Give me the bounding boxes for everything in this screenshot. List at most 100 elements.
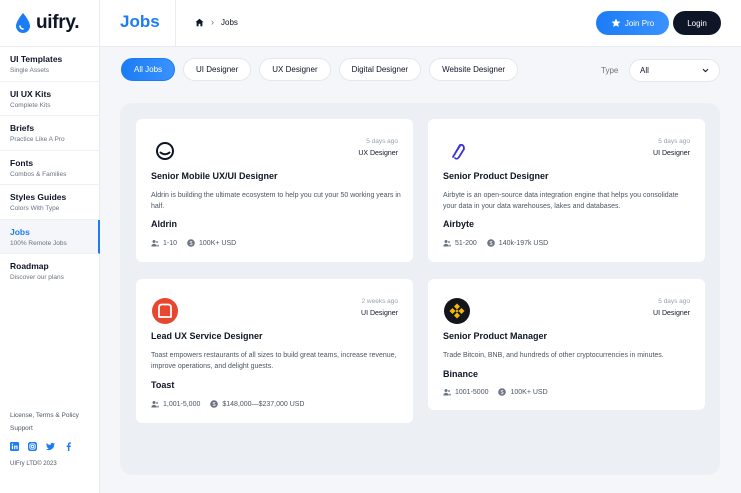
job-tag: UI Designer xyxy=(653,150,690,157)
linkedin-icon[interactable] xyxy=(10,442,19,451)
sidebar-item-subtitle: Complete Kits xyxy=(10,101,51,109)
salary: $ 100K+ USD xyxy=(498,388,548,396)
license-link[interactable]: License, Terms & Policy xyxy=(10,409,79,422)
chevron-down-icon xyxy=(702,68,709,73)
chip-digital-designer[interactable]: Digital Designer xyxy=(338,58,422,81)
type-label: Type xyxy=(601,66,619,75)
sidebar-item-ui-templates[interactable]: UI Templates Single Assets xyxy=(0,47,100,82)
sidebar: uifry. UI Templates Single Assets UI UX … xyxy=(0,0,100,493)
header-divider xyxy=(175,0,176,47)
brand-name: uifry. xyxy=(36,12,80,33)
sidebar-item-subtitle: Single Assets xyxy=(10,67,50,74)
company-size: 51-200 xyxy=(443,239,477,247)
job-title[interactable]: Senior Mobile UX/UI Designer xyxy=(151,171,278,181)
sidebar-item-subtitle: Combos & Families xyxy=(10,170,67,178)
sidebar-item-title: UI Templates xyxy=(10,54,63,64)
job-card[interactable]: 2 weeks ago UI Designer Lead UX Service … xyxy=(136,279,413,423)
sidebar-item-title: Jobs xyxy=(10,226,30,237)
breadcrumb-current: Jobs xyxy=(221,17,238,27)
posted-time: 5 days ago xyxy=(658,298,690,305)
job-meta: 2 weeks ago UI Designer xyxy=(361,297,398,321)
sidebar-item-title: UI UX Kits xyxy=(10,88,52,99)
login-button[interactable]: Login xyxy=(673,11,721,35)
sidebar-item-subtitle: Practice Like A Pro xyxy=(10,136,65,143)
sidebar-item-title: Styles Guides xyxy=(10,192,67,202)
salary: $ 140k-197k USD xyxy=(486,239,548,247)
people-icon xyxy=(443,389,451,396)
company-size: 1-10 xyxy=(151,239,177,247)
dollar-icon: $ xyxy=(486,239,495,247)
posted-time: 5 days ago xyxy=(658,138,690,145)
dollar-icon: $ xyxy=(210,400,219,408)
company-size: 1,001-5,000 xyxy=(151,400,200,408)
job-meta: 5 days ago UI Designer xyxy=(653,297,690,321)
sidebar-item-jobs[interactable]: Jobs 100% Remote Jobs xyxy=(0,219,100,254)
job-tag: UI Designer xyxy=(653,310,690,317)
sidebar-item-title: Fonts xyxy=(10,157,34,168)
company-size-value: 1,001-5,000 xyxy=(163,400,201,408)
dollar-icon: $ xyxy=(498,388,507,396)
sidebar-item-subtitle: Discover our plans xyxy=(10,274,64,281)
job-title[interactable]: Lead UX Service Designer xyxy=(151,331,263,341)
drop-logo-icon xyxy=(16,13,30,33)
job-meta: 5 days ago UX Designer xyxy=(358,137,398,161)
brand-logo[interactable]: uifry. xyxy=(14,12,80,34)
people-icon xyxy=(443,240,451,247)
salary-value: $148,000—$237,000 USD xyxy=(222,400,305,408)
job-card[interactable]: 5 days ago UI Designer Senior Product De… xyxy=(428,119,705,262)
posted-time: 5 days ago xyxy=(366,138,398,145)
chip-ux-designer[interactable]: UX Designer xyxy=(259,58,331,81)
copyright-text: UIFry LTD© 2023 xyxy=(10,461,57,467)
company-size-value: 1001-5000 xyxy=(455,388,489,396)
type-select[interactable]: All xyxy=(629,59,720,82)
aldrin-logo-icon xyxy=(156,142,174,160)
svg-text:$: $ xyxy=(501,390,504,396)
posted-time: 2 weeks ago xyxy=(361,298,399,305)
job-category-chips: All Jobs UI Designer UX Designer Digital… xyxy=(121,58,519,81)
sidebar-item-subtitle: Colors With Type xyxy=(10,205,60,212)
chip-website-designer[interactable]: Website Designer xyxy=(429,58,519,81)
type-select-value: All xyxy=(640,66,649,75)
job-tag: UX Designer xyxy=(358,150,398,157)
svg-text:$: $ xyxy=(489,241,492,247)
people-icon xyxy=(151,240,159,247)
salary: $ $148,000—$237,000 USD xyxy=(210,400,305,408)
job-card[interactable]: 5 days ago UX Designer Senior Mobile UX/… xyxy=(136,119,413,262)
support-link[interactable]: Support xyxy=(10,422,79,435)
sidebar-item-roadmap[interactable]: Roadmap Discover our plans xyxy=(0,254,100,289)
home-icon[interactable] xyxy=(195,18,204,27)
job-description: Toast empowers restaurants of all sizes … xyxy=(151,352,397,370)
join-pro-button[interactable]: Join Pro xyxy=(596,11,669,35)
top-header: Jobs › Jobs Join Pro Login xyxy=(100,0,741,47)
toast-logo-icon xyxy=(152,298,178,324)
company-name: Toast xyxy=(151,380,175,390)
svg-text:$: $ xyxy=(189,241,192,247)
company-name: Airbyte xyxy=(443,219,475,229)
job-stats: 51-200 $ 140k-197k USD xyxy=(443,239,548,247)
job-title[interactable]: Senior Product Designer xyxy=(443,171,549,181)
sidebar-item-fonts[interactable]: Fonts Combos & Families xyxy=(0,151,100,185)
sidebar-item-title: Roadmap xyxy=(10,261,49,271)
job-title[interactable]: Senior Product Manager xyxy=(443,331,547,341)
chip-all-jobs[interactable]: All Jobs xyxy=(121,58,176,81)
social-links xyxy=(10,442,73,451)
job-description: Aldrin is building the ultimate ecosyste… xyxy=(151,192,401,210)
svg-text:$: $ xyxy=(213,402,216,408)
chip-ui-designer[interactable]: UI Designer xyxy=(183,58,252,81)
company-size-value: 1-10 xyxy=(163,239,178,247)
instagram-icon[interactable] xyxy=(28,442,37,451)
join-pro-label: Join Pro xyxy=(624,18,655,28)
job-description: Airbyte is an open-source data integrati… xyxy=(443,192,679,210)
company-size: 1001-5000 xyxy=(443,388,488,396)
sidebar-item-briefs[interactable]: Briefs Practice Like A Pro xyxy=(0,116,100,151)
twitter-icon[interactable] xyxy=(46,442,55,451)
sidebar-item-styles-guides[interactable]: Styles Guides Colors With Type xyxy=(0,185,100,220)
company-name: Aldrin xyxy=(151,219,177,229)
facebook-icon[interactable] xyxy=(64,442,73,451)
company-name: Binance xyxy=(443,369,479,379)
sidebar-item-ui-ux-kits[interactable]: UI UX Kits Complete Kits xyxy=(0,82,100,116)
salary-value: 100K+ USD xyxy=(510,388,548,396)
chevron-right-icon: › xyxy=(211,17,214,27)
binance-logo-icon xyxy=(444,298,470,324)
job-card[interactable]: 5 days ago UI Designer Senior Product Ma… xyxy=(428,279,705,410)
